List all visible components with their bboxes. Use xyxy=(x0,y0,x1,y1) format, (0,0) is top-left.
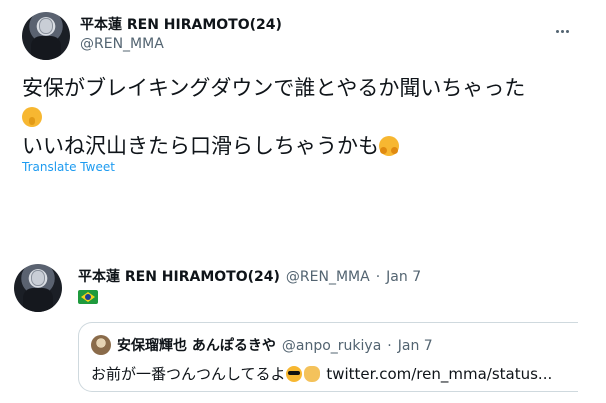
quoted-tweet-card[interactable]: 安保瑠輝也 あんぽるきや @anpo_rukiya · Jan 7 お前が一番つ… xyxy=(78,322,578,392)
author-name[interactable]: 平本蓮 REN HIRAMOTO(24) xyxy=(78,266,280,286)
tweet-text-line-1: 安保がブレイキングダウンで誰とやるか聞いちゃった xyxy=(22,76,526,100)
author-avatar[interactable] xyxy=(22,12,70,60)
quoted-tweet-header: 安保瑠輝也 あんぽるきや @anpo_rukiya · Jan 7 xyxy=(117,335,433,355)
quoted-text: お前が一番つんつんしてるよ xyxy=(91,365,286,383)
more-options-icon[interactable] xyxy=(556,18,576,33)
separator-dot: · xyxy=(375,269,381,285)
quoted-link[interactable]: twitter.com/ren_mma/status... xyxy=(326,365,552,383)
shushing-face-icon xyxy=(22,107,42,127)
author-name[interactable]: 平本蓮 REN HIRAMOTO(24) xyxy=(80,14,282,34)
translate-tweet-link[interactable]: Translate Tweet xyxy=(22,160,115,174)
avatar-face xyxy=(31,270,45,286)
tweet-date[interactable]: Jan 7 xyxy=(386,269,421,285)
author-handle[interactable]: @REN_MMA xyxy=(80,36,164,52)
quoted-author-name: 安保瑠輝也 あんぽるきや xyxy=(117,338,276,354)
brazil-flag-icon xyxy=(78,290,98,304)
quoted-author-avatar xyxy=(91,335,111,355)
author-avatar[interactable] xyxy=(14,264,62,312)
avatar-body xyxy=(23,288,53,312)
spacer xyxy=(0,180,606,270)
tweet-header: 平本蓮 REN HIRAMOTO(24) @REN_MMA · Jan 7 xyxy=(78,266,421,286)
raised-hand-icon xyxy=(303,366,320,382)
author-handle[interactable]: @REN_MMA xyxy=(286,269,370,285)
separator-dot: · xyxy=(387,338,392,354)
quoted-tweet-text: お前が一番つんつんしてるよ twitter.com/ren_mma/status… xyxy=(91,363,571,384)
hugging-face-icon xyxy=(379,136,399,156)
tweet-screenshot: 平本蓮 REN HIRAMOTO(24) @REN_MMA 安保がブレイキングダ… xyxy=(0,0,606,403)
tweet-text: 安保がブレイキングダウンで誰とやるか聞いちゃった いいね沢山きたら口滑らしちゃう… xyxy=(22,74,592,161)
avatar-body xyxy=(31,36,61,60)
tweet-text-line-2: いいね沢山きたら口滑らしちゃうかも xyxy=(22,134,379,158)
avatar-face xyxy=(39,18,53,34)
sunglasses-face-icon xyxy=(285,366,302,382)
quoted-tweet-date: Jan 7 xyxy=(397,338,433,354)
quoted-author-handle: @anpo_rukiya xyxy=(281,338,382,354)
